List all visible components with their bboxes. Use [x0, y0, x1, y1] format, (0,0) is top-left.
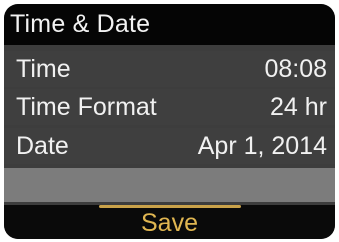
- menu-row-time-format[interactable]: Time Format 24 hr: [4, 89, 335, 125]
- time-label: Time: [16, 55, 71, 83]
- screen-title: Time & Date: [10, 10, 151, 38]
- menu-row-time[interactable]: Time 08:08: [4, 51, 335, 87]
- save-button[interactable]: Save: [4, 205, 335, 239]
- title-bar: Time & Date: [4, 4, 335, 45]
- time-value: 08:08: [264, 55, 327, 83]
- menu-row-date[interactable]: Date Apr 1, 2014: [4, 128, 335, 164]
- empty-row: [4, 168, 335, 202]
- device-screen: Time & Date Time 08:08 Time Format 24 hr…: [4, 4, 335, 239]
- time-format-label: Time Format: [16, 93, 157, 121]
- date-label: Date: [16, 132, 69, 160]
- save-label: Save: [141, 209, 198, 237]
- time-format-value: 24 hr: [270, 93, 327, 121]
- date-value: Apr 1, 2014: [197, 132, 327, 160]
